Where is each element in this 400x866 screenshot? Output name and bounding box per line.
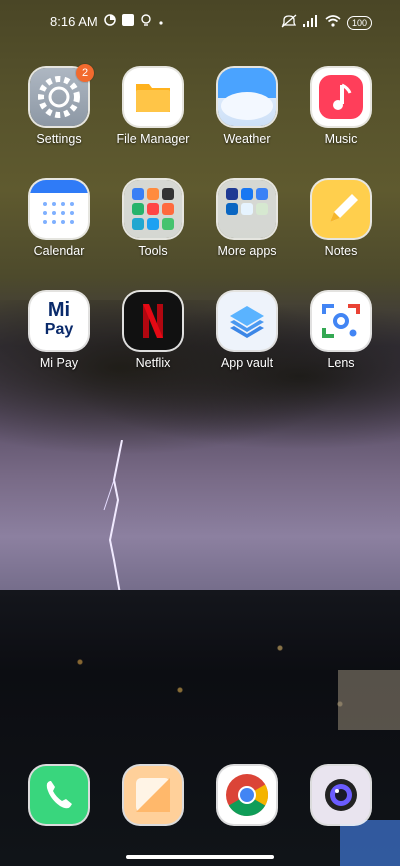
- folder-icon: [124, 68, 182, 126]
- app-label: Netflix: [135, 356, 171, 370]
- mi-pay-logo-top: Mi: [47, 299, 71, 321]
- data-saver-icon: [103, 14, 116, 29]
- app-lens[interactable]: Lens: [294, 292, 388, 370]
- notification-badge: 2: [76, 64, 94, 82]
- app-app-vault[interactable]: App vault: [200, 292, 294, 370]
- app-label: Mi Pay: [39, 356, 79, 370]
- app-notes[interactable]: Notes: [294, 180, 388, 258]
- silent-icon: [281, 14, 297, 31]
- weather-cloud-icon: [218, 68, 276, 126]
- phone-icon: [30, 766, 88, 824]
- app-label: Tools: [138, 244, 168, 258]
- app-label: Music: [324, 132, 358, 146]
- app-label: File Manager: [116, 132, 190, 146]
- chrome-icon: [218, 766, 276, 824]
- app-label: Lens: [327, 356, 355, 370]
- app-label: Weather: [223, 132, 271, 146]
- screenshot-icon: [121, 14, 134, 29]
- app-music[interactable]: Music: [294, 68, 388, 146]
- netflix-icon: [124, 292, 182, 350]
- camera-icon: [312, 766, 370, 824]
- wallpaper-roof: [340, 820, 400, 866]
- mi-pay-logo-bottom: Pay: [44, 321, 74, 338]
- app-label: Calendar: [33, 244, 85, 258]
- gallery-icon: [124, 766, 182, 824]
- app-netflix[interactable]: Netflix: [106, 292, 200, 370]
- home-indicator[interactable]: [126, 855, 274, 859]
- app-label: App vault: [220, 356, 274, 370]
- more-apps-folder-icon: [218, 180, 276, 238]
- wifi-icon: [325, 15, 341, 30]
- app-settings[interactable]: 2 Settings: [12, 64, 106, 146]
- battery-indicator: 100: [346, 15, 372, 30]
- dock-gallery[interactable]: [106, 766, 200, 824]
- app-mi-pay[interactable]: Mi Pay Mi Pay: [12, 292, 106, 370]
- dock-phone[interactable]: [12, 766, 106, 824]
- app-folder-more-apps[interactable]: More apps: [200, 180, 294, 258]
- status-time: 8:16 AM: [50, 14, 98, 29]
- status-right: 100: [281, 14, 372, 31]
- music-note-icon: [312, 68, 370, 126]
- dock-camera[interactable]: [294, 766, 388, 824]
- lens-icon: [312, 292, 370, 350]
- mi-pay-icon: Mi Pay: [30, 292, 88, 350]
- status-left: 8:16 AM: [50, 14, 164, 29]
- signal-icon: [302, 15, 319, 30]
- status-bar: 8:16 AM 100: [0, 0, 400, 44]
- app-label: Notes: [324, 244, 358, 258]
- dot-icon: [158, 14, 164, 29]
- tools-folder-icon: [124, 180, 182, 238]
- bulb-icon: [140, 14, 152, 29]
- app-label: More apps: [217, 244, 277, 258]
- notes-pencil-icon: [312, 180, 370, 238]
- wallpaper-lightning: [103, 440, 123, 606]
- dock-chrome[interactable]: [200, 766, 294, 824]
- app-file-manager[interactable]: File Manager: [106, 68, 200, 146]
- calendar-icon: [30, 180, 88, 238]
- wallpaper-building: [338, 670, 400, 730]
- app-folder-tools[interactable]: Tools: [106, 180, 200, 258]
- app-weather[interactable]: Weather: [200, 68, 294, 146]
- app-label: Settings: [36, 132, 82, 146]
- app-calendar[interactable]: Calendar: [12, 180, 106, 258]
- layers-icon: [218, 292, 276, 350]
